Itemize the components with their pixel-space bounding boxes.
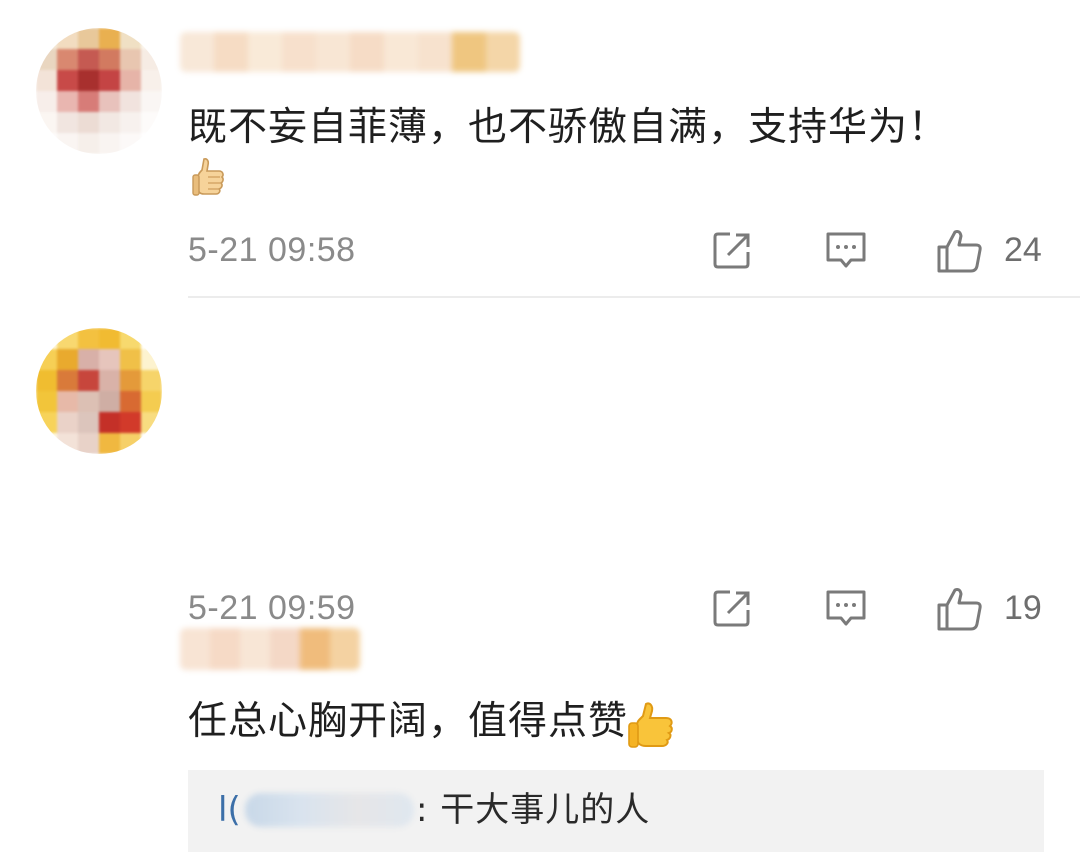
like-button[interactable]: 24 xyxy=(936,228,1056,273)
share-icon xyxy=(713,590,750,627)
reply-username[interactable]: l( xyxy=(218,790,414,830)
username-blurred[interactable] xyxy=(180,32,520,72)
comment-text-content: 任总心胸开阔，值得点赞 xyxy=(188,699,629,744)
comment-footer: 5-21 09:59 19 xyxy=(188,584,1044,632)
comment-icon xyxy=(826,232,866,268)
reply-username-visible: l( xyxy=(218,790,241,830)
like-icon xyxy=(937,230,982,273)
reply-text: : 干大事儿的人 xyxy=(416,790,651,830)
timestamp: 5-21 09:59 xyxy=(188,589,356,627)
avatar[interactable] xyxy=(36,328,162,454)
reply-button[interactable] xyxy=(824,586,870,630)
share-icon xyxy=(713,232,750,269)
comment-text: 任总心胸开阔，值得点赞 xyxy=(188,696,678,748)
comment-item: 既不妄自菲薄，也不骄傲自满，支持华为！ 5-21 09:58 24 xyxy=(0,0,1080,296)
reply-preview[interactable]: l( : 干大事儿的人 xyxy=(188,770,1044,852)
comment-icon xyxy=(826,590,866,626)
avatar[interactable] xyxy=(36,28,162,154)
like-button[interactable]: 19 xyxy=(936,586,1056,631)
like-count: 19 xyxy=(1004,589,1042,627)
like-count: 24 xyxy=(1004,231,1042,269)
comment-item: 任总心胸开阔，值得点赞 l( : 干大事儿的人 5-21 09:59 19 xyxy=(0,298,1080,852)
reply-button[interactable] xyxy=(824,228,870,272)
comment-text: 既不妄自菲薄，也不骄傲自满，支持华为！ xyxy=(188,105,949,150)
timestamp: 5-21 09:58 xyxy=(188,231,356,269)
share-button[interactable] xyxy=(710,586,756,630)
thumbs-up-emoji-icon xyxy=(192,157,226,197)
username-blurred[interactable] xyxy=(180,628,360,670)
comment-footer: 5-21 09:58 24 xyxy=(188,226,1044,274)
share-button[interactable] xyxy=(710,228,756,272)
reply-username-blur xyxy=(244,793,414,827)
thumbs-up-emoji-icon xyxy=(628,700,678,748)
like-icon xyxy=(937,588,982,631)
